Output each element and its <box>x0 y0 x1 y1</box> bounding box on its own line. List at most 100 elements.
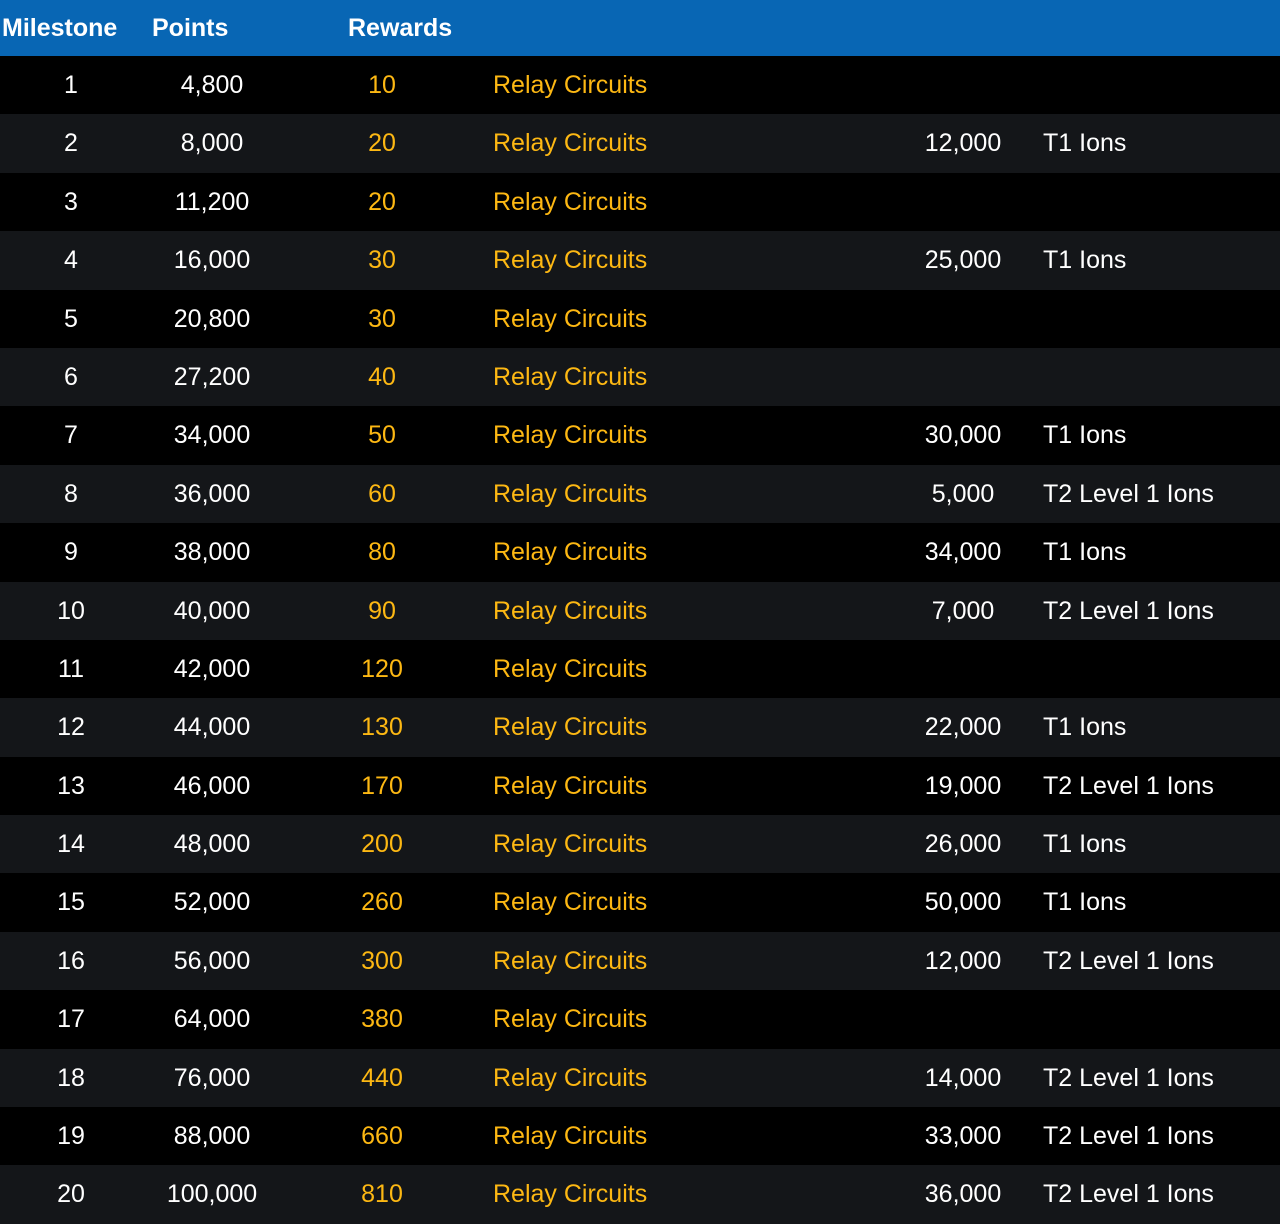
reward-item-cell: Relay Circuits <box>493 362 648 391</box>
points-cell: 38,000 <box>173 538 251 567</box>
points-cell: 88,000 <box>173 1122 251 1151</box>
reward-amount-cell: 50 <box>368 421 396 450</box>
bonus-amount-cell: 5,000 <box>931 479 995 508</box>
reward-item-cell: Relay Circuits <box>493 246 648 275</box>
reward-amount-cell: 80 <box>368 538 396 567</box>
bonus-item-cell: T2 Level 1 Ions <box>1043 771 1214 800</box>
bonus-item-cell: T2 Level 1 Ions <box>1043 1180 1214 1209</box>
table-row: 17 64,000 380 Relay Circuits <box>0 990 1280 1049</box>
reward-amount-cell: 40 <box>368 362 396 391</box>
milestone-cell: 15 <box>57 888 85 917</box>
bonus-amount-cell: 19,000 <box>924 771 1002 800</box>
milestone-cell: 14 <box>57 830 85 859</box>
reward-amount-cell: 60 <box>368 479 396 508</box>
bonus-item-cell: T2 Level 1 Ions <box>1043 1063 1214 1092</box>
reward-amount-cell: 30 <box>368 246 396 275</box>
bonus-item-cell: T2 Level 1 Ions <box>1043 479 1214 508</box>
points-cell: 76,000 <box>173 1063 251 1092</box>
table-row: 3 11,200 20 Relay Circuits <box>0 172 1280 232</box>
table-row: 2 8,000 20 Relay Circuits 12,000 T1 Ions <box>0 114 1280 173</box>
reward-item-cell: Relay Circuits <box>493 888 648 917</box>
reward-amount-cell: 260 <box>361 888 403 917</box>
milestone-cell: 18 <box>57 1063 85 1092</box>
table-row: 12 44,000 130 Relay Circuits 22,000 T1 Ions <box>0 698 1280 757</box>
reward-item-cell: Relay Circuits <box>493 596 648 625</box>
table-row: 6 27,200 40 Relay Circuits <box>0 347 1280 407</box>
reward-item-cell: Relay Circuits <box>493 771 648 800</box>
reward-amount-cell: 20 <box>368 129 396 158</box>
table-row: 9 38,000 80 Relay Circuits 34,000 T1 Ions <box>0 523 1280 582</box>
table-row: 14 48,000 200 Relay Circuits 26,000 T1 Ions <box>0 815 1280 874</box>
bonus-item-cell: T1 Ions <box>1043 246 1127 275</box>
header-milestone: Milestone <box>2 14 118 42</box>
milestone-cell: 20 <box>57 1180 85 1209</box>
reward-item-cell: Relay Circuits <box>493 1122 648 1151</box>
milestone-cell: 13 <box>57 771 85 800</box>
reward-amount-cell: 10 <box>368 71 396 99</box>
bonus-amount-cell <box>893 290 1033 348</box>
bonus-item-cell: T2 Level 1 Ions <box>1043 946 1214 975</box>
reward-item-cell: Relay Circuits <box>493 71 648 99</box>
bonus-item-cell: T1 Ions <box>1043 713 1127 742</box>
milestone-cell: 6 <box>64 362 78 391</box>
points-cell: 48,000 <box>173 830 251 859</box>
bonus-amount-cell: 30,000 <box>924 421 1002 450</box>
milestone-cell: 7 <box>64 421 78 450</box>
bonus-item-cell: T2 Level 1 Ions <box>1043 596 1214 625</box>
reward-amount-cell: 170 <box>361 771 403 800</box>
reward-item-cell: Relay Circuits <box>493 946 648 975</box>
points-cell: 64,000 <box>173 1005 251 1034</box>
bonus-amount-cell: 22,000 <box>924 713 1002 742</box>
table-row: 20 100,000 810 Relay Circuits 36,000 T2 Level… <box>0 1165 1280 1224</box>
reward-amount-cell: 200 <box>361 830 403 859</box>
milestone-cell: 12 <box>57 713 85 742</box>
table-row: 11 42,000 120 Relay Circuits <box>0 639 1280 699</box>
bonus-item-cell: T1 Ions <box>1043 830 1127 859</box>
points-cell: 44,000 <box>173 713 251 742</box>
reward-item-cell: Relay Circuits <box>493 479 648 508</box>
reward-amount-cell: 130 <box>361 713 403 742</box>
table-row: 18 76,000 440 Relay Circuits 14,000 T2 Level … <box>0 1048 1280 1108</box>
points-cell: 100,000 <box>166 1180 258 1209</box>
reward-amount-cell: 90 <box>368 596 396 625</box>
bonus-amount-cell: 7,000 <box>931 596 995 625</box>
points-cell: 16,000 <box>173 246 251 275</box>
bonus-amount-cell: 33,000 <box>924 1122 1002 1151</box>
reward-item-cell: Relay Circuits <box>493 1063 648 1092</box>
reward-amount-cell: 440 <box>361 1063 403 1092</box>
points-cell: 56,000 <box>173 946 251 975</box>
reward-item-cell: Relay Circuits <box>493 421 648 450</box>
header-rewards: Rewards <box>348 14 453 42</box>
points-cell: 42,000 <box>173 654 251 683</box>
bonus-amount-cell: 36,000 <box>924 1180 1002 1209</box>
reward-item-cell: Relay Circuits <box>493 1005 648 1034</box>
reward-item-cell: Relay Circuits <box>493 654 648 683</box>
bonus-item-cell: T1 Ions <box>1043 129 1127 158</box>
table-row: 5 20,800 30 Relay Circuits <box>0 289 1280 348</box>
milestone-cell: 8 <box>64 479 78 508</box>
bonus-amount-cell <box>893 348 1033 406</box>
bonus-item-cell: T1 Ions <box>1043 421 1127 450</box>
points-cell: 8,000 <box>180 129 244 158</box>
reward-amount-cell: 300 <box>361 946 403 975</box>
bonus-amount-cell: 14,000 <box>924 1063 1002 1092</box>
table-row: 8 36,000 60 Relay Circuits 5,000 T2 Level 1 I… <box>0 464 1280 524</box>
bonus-item-cell: T2 Level 1 Ions <box>1043 1122 1214 1151</box>
table-row: 4 16,000 30 Relay Circuits 25,000 T1 Ions <box>0 231 1280 290</box>
points-cell: 11,200 <box>174 187 250 216</box>
reward-amount-cell: 380 <box>361 1005 403 1034</box>
points-cell: 40,000 <box>173 596 251 625</box>
milestone-cell: 9 <box>64 538 78 567</box>
points-cell: 4,800 <box>180 71 244 99</box>
points-cell: 20,800 <box>173 304 251 333</box>
reward-item-cell: Relay Circuits <box>493 830 648 859</box>
table-row: 1 4,800 10 Relay Circuits <box>0 56 1280 115</box>
bonus-amount-cell: 26,000 <box>924 830 1002 859</box>
milestone-cell: 4 <box>64 246 78 275</box>
table-row: 16 56,000 300 Relay Circuits 12,000 T2 Level … <box>0 931 1280 991</box>
bonus-amount-cell: 34,000 <box>924 538 1002 567</box>
header-points: Points <box>152 14 229 42</box>
table-row: 15 52,000 260 Relay Circuits 50,000 T1 Ions <box>0 873 1280 932</box>
reward-item-cell: Relay Circuits <box>493 129 648 158</box>
table-row: 7 34,000 50 Relay Circuits 30,000 T1 Ions <box>0 406 1280 465</box>
